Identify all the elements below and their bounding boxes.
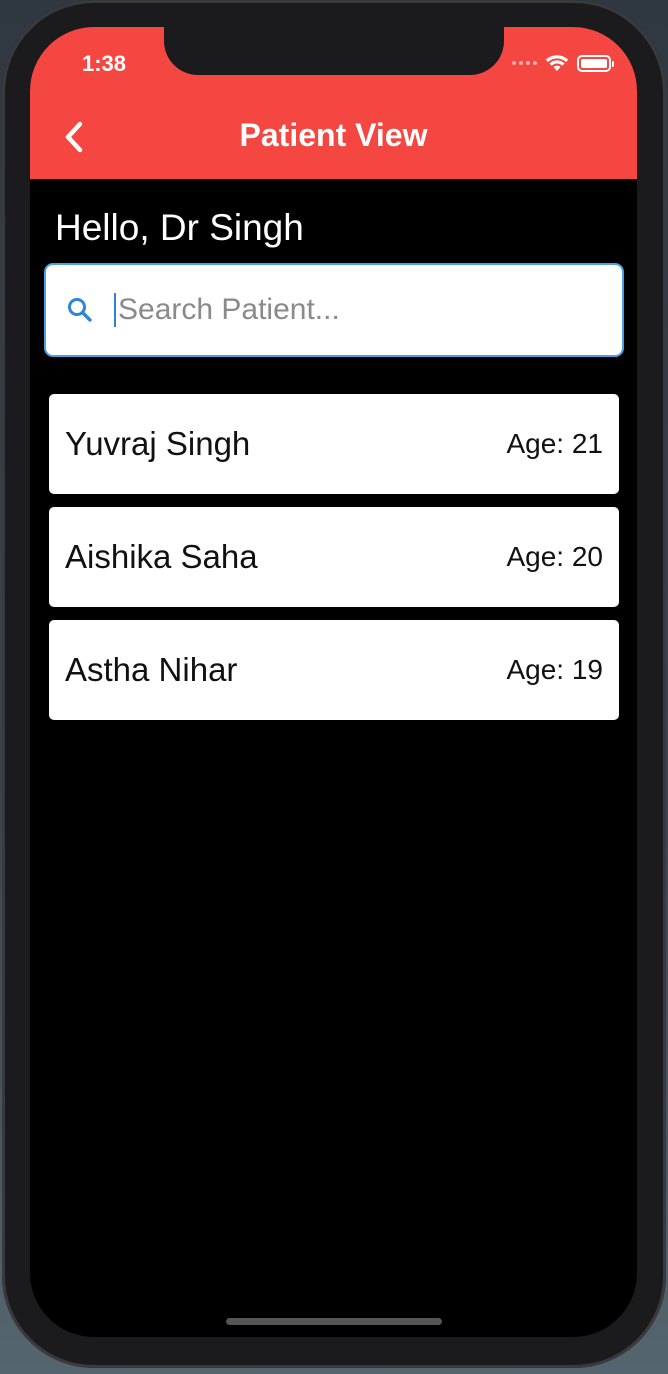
patient-list: Yuvraj Singh Age: 21 Aishika Saha Age: 2… [49,394,619,733]
patient-age: Age: 19 [506,654,603,685]
search-input[interactable] [118,293,588,327]
search-bar[interactable] [44,263,624,357]
phone-frame: 1:38 Patient View Hello, Dr Singh Search… [2,0,666,1368]
app-screen: 1:38 Patient View Hello, Dr Singh Search… [30,27,637,1337]
patient-age: Age: 20 [506,541,603,572]
patient-name: Astha Nihar [65,651,238,688]
app-bar: 1:38 Patient View [30,27,637,179]
battery-icon [577,54,614,72]
patient-card[interactable]: Astha Nihar Age: 19 [49,620,619,720]
greeting-text: Hello, Dr Singh [55,207,304,248]
search-icon [66,296,94,324]
status-time: 1:38 [82,51,127,76]
device-notch [164,27,504,75]
home-indicator[interactable] [226,1318,442,1325]
page-title: Patient View [239,117,428,153]
patient-card[interactable]: Yuvraj Singh Age: 21 [49,394,619,494]
patient-name: Aishika Saha [65,538,258,575]
status-icons [512,52,614,74]
patient-card[interactable]: Aishika Saha Age: 20 [49,507,619,607]
signal-icon [512,61,537,65]
wifi-icon [545,55,569,71]
patient-age: Age: 21 [506,428,603,459]
patient-name: Yuvraj Singh [65,425,251,462]
text-cursor [114,293,116,327]
